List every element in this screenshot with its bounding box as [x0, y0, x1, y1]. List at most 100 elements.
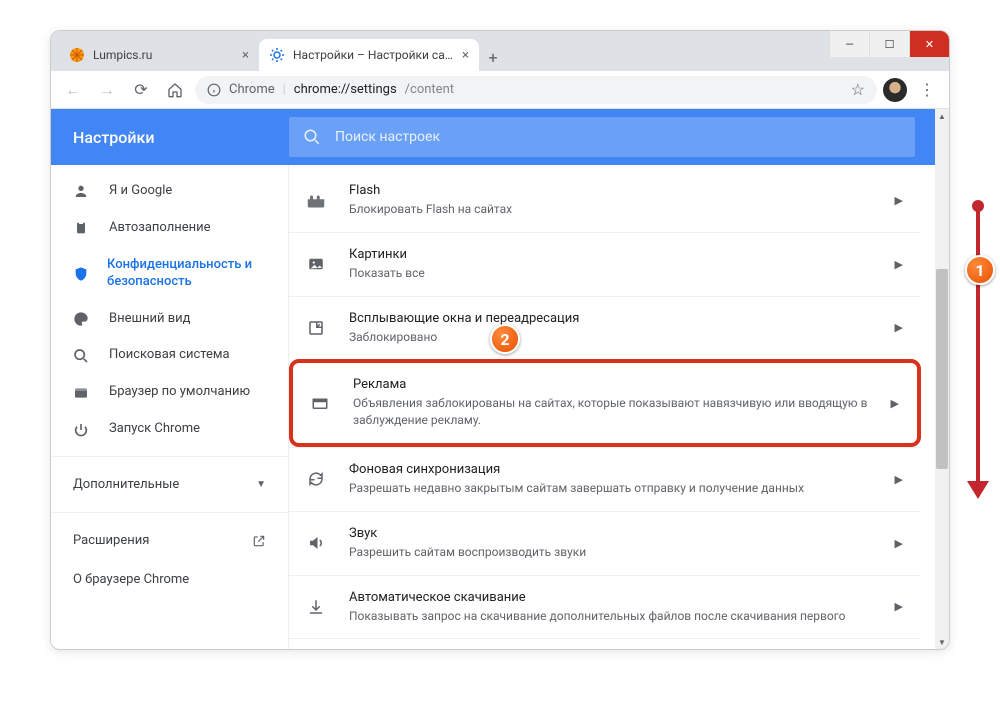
settings-favicon — [269, 47, 285, 63]
reload-button[interactable]: ⟳ — [127, 76, 155, 104]
search-icon — [303, 128, 321, 146]
sidebar-item-label: Внешний вид — [109, 311, 191, 328]
row-desc: Объявления заблокированы на сайтах, кото… — [353, 395, 869, 429]
address-bar[interactable]: Chrome | chrome://settings/content ☆ — [195, 76, 877, 104]
setting-row-sound[interactable]: ЗвукРазрешить сайтам воспроизводить звук… — [289, 511, 921, 575]
home-button[interactable] — [161, 76, 189, 104]
omnibox-origin: chrome://settings — [294, 82, 397, 97]
site-info-icon[interactable] — [207, 83, 221, 97]
row-title: Картинки — [349, 247, 873, 262]
row-title: Фоновая синхронизация — [349, 462, 873, 477]
settings-sidebar: Я и Google Автозаполнение Конфиденциальн… — [51, 165, 289, 649]
row-title: Звук — [349, 526, 873, 541]
close-tab-icon[interactable]: × — [462, 48, 469, 63]
new-tab-button[interactable]: + — [479, 43, 507, 71]
search-placeholder: Поиск настроек — [335, 129, 440, 145]
sidebar-ext-label: Расширения — [73, 533, 149, 548]
sidebar-about[interactable]: О браузере Chrome — [51, 560, 288, 599]
tab-lumpics[interactable]: Lumpics.ru × — [59, 39, 259, 71]
close-window-button[interactable]: ✕ — [909, 31, 949, 57]
tab-settings[interactable]: Настройки – Настройки сайта × — [259, 39, 479, 71]
chevron-right-icon: ▶ — [891, 397, 899, 410]
annotation-arrow — [976, 205, 980, 485]
sidebar-item-label: Поисковая система — [109, 347, 230, 364]
sidebar-item-you-and-google[interactable]: Я и Google — [51, 173, 288, 210]
row-desc: Заблокировано — [349, 329, 873, 346]
forward-button[interactable]: → — [93, 76, 121, 104]
setting-row-popups[interactable]: Всплывающие окна и переадресация Заблокир… — [289, 296, 921, 360]
sidebar-about-label: О браузере Chrome — [73, 572, 189, 587]
search-icon — [73, 348, 91, 364]
window-controls: — ☐ ✕ — [829, 31, 949, 57]
chevron-right-icon: ▶ — [895, 473, 903, 486]
clipboard-icon — [73, 220, 91, 236]
setting-row-plugin-access[interactable]: Доступ к плагинам вне тестовой средыПред… — [289, 638, 921, 649]
row-desc: Показывать запрос на скачивание дополнит… — [349, 608, 873, 625]
sidebar-item-label: Я и Google — [109, 183, 172, 200]
row-title: Автоматическое скачивание — [349, 590, 873, 605]
sidebar-item-label: Браузер по умолчанию — [109, 384, 250, 401]
lumpics-favicon — [69, 47, 85, 63]
chevron-right-icon: ▶ — [895, 258, 903, 271]
row-title: Flash — [349, 183, 873, 198]
chevron-right-icon: ▶ — [895, 600, 903, 613]
sidebar-item-label: Автозаполнение — [109, 220, 211, 237]
power-icon — [73, 422, 91, 438]
tab-strip: Lumpics.ru × Настройки – Настройки сайта… — [51, 31, 949, 71]
puzzle-icon — [307, 191, 327, 209]
sync-icon — [307, 470, 327, 488]
settings-search[interactable]: Поиск настроек — [289, 117, 915, 157]
sidebar-item-privacy[interactable]: Конфиденциальность и безопасность — [51, 247, 288, 301]
maximize-button[interactable]: ☐ — [869, 31, 909, 57]
sidebar-item-on-startup[interactable]: Запуск Chrome — [51, 411, 288, 448]
sound-icon — [307, 534, 327, 552]
shield-icon — [73, 266, 89, 282]
omnibox-secure: Chrome — [229, 82, 275, 97]
bookmark-star-icon[interactable]: ☆ — [851, 80, 865, 99]
row-title: Всплывающие окна и переадресация — [349, 311, 873, 326]
toolbar: ← → ⟳ Chrome | chrome://settings/content… — [51, 71, 949, 109]
tab-label: Lumpics.ru — [93, 48, 234, 62]
sidebar-item-appearance[interactable]: Внешний вид — [51, 301, 288, 338]
person-icon — [73, 183, 91, 199]
sidebar-advanced-label: Дополнительные — [73, 477, 179, 492]
profile-avatar[interactable] — [883, 78, 907, 102]
omnibox-path: /content — [405, 82, 454, 97]
scroll-up-icon[interactable]: ▲ — [935, 109, 949, 123]
row-desc: Показать все — [349, 265, 873, 282]
setting-row-sync[interactable]: Фоновая синхронизация Разрешать недавно з… — [289, 447, 921, 511]
image-icon — [307, 255, 327, 273]
settings-header: Настройки Поиск настроек — [51, 109, 935, 165]
scroll-down-icon[interactable]: ▼ — [935, 635, 949, 649]
popup-icon — [307, 319, 327, 337]
chevron-right-icon: ▶ — [895, 537, 903, 550]
setting-row-autodownload[interactable]: Автоматическое скачивание Показывать запр… — [289, 575, 921, 639]
palette-icon — [73, 311, 91, 327]
row-desc: Разрешать недавно закрытым сайтам заверш… — [349, 480, 873, 497]
close-tab-icon[interactable]: × — [242, 48, 249, 63]
chevron-down-icon: ▼ — [256, 479, 266, 490]
minimize-button[interactable]: — — [829, 31, 869, 57]
setting-row-flash[interactable]: Flash Блокировать Flash на сайтах ▶ — [289, 169, 921, 232]
menu-button[interactable]: ⋮ — [913, 76, 941, 104]
ads-icon — [311, 394, 331, 412]
scrollbar[interactable]: ▲ ▼ — [935, 109, 949, 649]
back-button[interactable]: ← — [59, 76, 87, 104]
setting-row-images[interactable]: Картинки Показать все ▶ — [289, 232, 921, 296]
sidebar-item-label: Запуск Chrome — [109, 421, 200, 438]
settings-page: Настройки Поиск настроек Я и Google Авто… — [51, 109, 935, 649]
sidebar-advanced-toggle[interactable]: Дополнительные ▼ — [51, 465, 288, 504]
chevron-right-icon: ▶ — [895, 321, 903, 334]
setting-row-ads[interactable]: Реклама Объявления заблокированы на сайта… — [289, 359, 921, 447]
annotation-badge-2: 2 — [490, 324, 520, 354]
sidebar-item-default-browser[interactable]: Браузер по умолчанию — [51, 374, 288, 411]
sidebar-item-search-engine[interactable]: Поисковая система — [51, 337, 288, 374]
external-link-icon — [252, 534, 266, 548]
scroll-thumb[interactable] — [936, 269, 948, 469]
chevron-right-icon: ▶ — [895, 194, 903, 207]
sidebar-item-autofill[interactable]: Автозаполнение — [51, 210, 288, 247]
row-desc: Блокировать Flash на сайтах — [349, 201, 873, 218]
sidebar-item-label: Конфиденциальность и безопасность — [107, 257, 266, 291]
sidebar-extensions[interactable]: Расширения — [51, 521, 288, 560]
row-title: Реклама — [353, 377, 869, 392]
